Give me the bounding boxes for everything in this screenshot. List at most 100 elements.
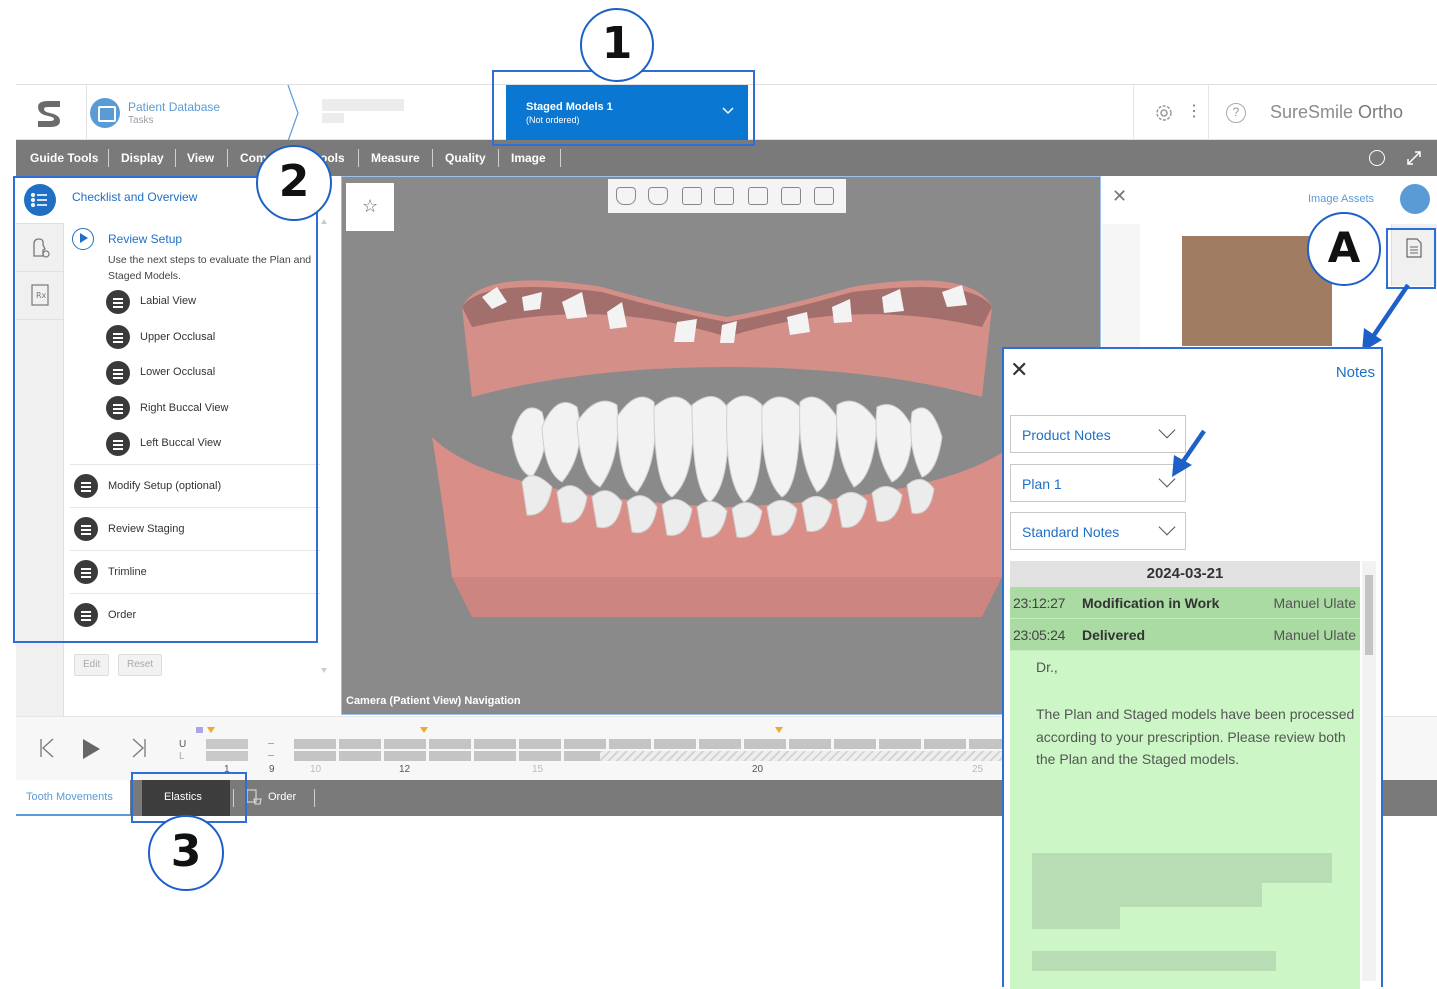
- menu-divider: [227, 149, 228, 167]
- log-event: Delivered: [1082, 627, 1146, 643]
- plan-select[interactable]: Plan 1: [1010, 464, 1186, 502]
- cart-icon: [246, 789, 262, 805]
- callout-arrow-icon: [1172, 429, 1206, 477]
- lower-stage-bar[interactable]: [206, 751, 248, 761]
- patient-database-link[interactable]: Patient Database: [128, 100, 220, 114]
- notes-scrollbar[interactable]: [1362, 561, 1376, 981]
- select-label: Plan 1: [1022, 476, 1062, 492]
- menu-divider: [175, 149, 176, 167]
- notes-panel: ✕ Notes Product Notes Plan 1 Standard No…: [1002, 347, 1383, 989]
- log-date-header: 2024-03-21: [1010, 561, 1360, 587]
- view-toolbar: [608, 179, 846, 213]
- lower-eye-view-icon[interactable]: [814, 187, 834, 205]
- divider: [1133, 85, 1134, 141]
- lower-aligner-stages[interactable]: [294, 751, 600, 761]
- callout-1: 1: [580, 8, 654, 82]
- upper-stage-bar[interactable]: [206, 739, 248, 749]
- right-view-icon[interactable]: [748, 187, 768, 205]
- breadcrumb-chevron-icon: [287, 85, 299, 141]
- stage-number: 25: [972, 764, 984, 775]
- redacted-patient-id: [322, 113, 344, 123]
- gear-icon[interactable]: [1153, 102, 1175, 124]
- callout-3: 3: [148, 815, 224, 891]
- star-icon: ☆: [362, 196, 379, 216]
- redacted-text: [1032, 853, 1332, 883]
- image-assets-icon[interactable]: [1400, 184, 1430, 214]
- lower-passive-stages[interactable]: [600, 751, 1004, 761]
- menu-divider: [108, 149, 109, 167]
- callout-2: 2: [256, 145, 332, 221]
- callout-a: A: [1307, 212, 1381, 286]
- notes-log: 2024-03-21 23:12:27 Modification in Work…: [1010, 561, 1360, 989]
- tab-label: Order: [268, 791, 297, 803]
- brand-name: SureSmile Ortho: [1270, 102, 1403, 123]
- callout-arrow-icon: [1362, 283, 1410, 352]
- select-label: Standard Notes: [1022, 524, 1120, 540]
- front-view-icon[interactable]: [682, 187, 702, 205]
- upper-aligner-stages[interactable]: [294, 739, 1004, 749]
- notes-title: Notes: [1335, 364, 1375, 381]
- dental-model: [432, 280, 1022, 617]
- redacted-text: [1032, 883, 1262, 907]
- close-icon[interactable]: ✕: [1010, 357, 1028, 383]
- standard-notes-select[interactable]: Standard Notes: [1010, 512, 1186, 550]
- product-notes-select[interactable]: Product Notes: [1010, 415, 1186, 453]
- menu-measure[interactable]: Measure: [371, 140, 420, 176]
- edit-button[interactable]: Edit: [74, 654, 110, 676]
- dash: [268, 755, 274, 756]
- suresmile-logo: [38, 101, 60, 127]
- tab-divider: [314, 789, 315, 807]
- select-label: Product Notes: [1022, 427, 1111, 443]
- skip-back-icon[interactable]: [38, 737, 56, 759]
- image-assets-link[interactable]: Image Assets: [1308, 193, 1374, 205]
- redacted-patient-name: [322, 99, 404, 111]
- stage-number: 12: [399, 764, 411, 775]
- divider: [1208, 85, 1209, 141]
- log-entry[interactable]: 23:05:24 Delivered Manuel Ulate: [1010, 619, 1360, 651]
- 3d-viewport[interactable]: ☆ Camera (Patient View) Navigation: [341, 176, 1101, 715]
- menu-quality[interactable]: Quality: [445, 140, 486, 176]
- lower-arch-icon[interactable]: [648, 187, 668, 205]
- tab-order[interactable]: Order: [242, 780, 312, 816]
- patient-database-icon[interactable]: [90, 98, 120, 128]
- dash: [268, 743, 274, 744]
- tab-tooth-movements[interactable]: Tooth Movements: [16, 780, 130, 816]
- menu-divider: [432, 149, 433, 167]
- tab-label: Tooth Movements: [26, 791, 113, 803]
- expand-icon[interactable]: [1406, 150, 1422, 166]
- upper-eye-view-icon[interactable]: [781, 187, 801, 205]
- chevron-down-icon: [1158, 518, 1176, 536]
- log-greeting: Dr.,: [1036, 659, 1058, 675]
- help-icon[interactable]: ?: [1226, 103, 1246, 123]
- stage-marker: [207, 727, 215, 733]
- favorite-button[interactable]: ☆: [346, 183, 394, 231]
- left-view-icon[interactable]: [714, 187, 734, 205]
- checklist-scrollbar[interactable]: [320, 216, 328, 676]
- more-options-icon[interactable]: ⋮: [1186, 101, 1202, 121]
- log-entry[interactable]: 23:12:27 Modification in Work Manuel Ula…: [1010, 587, 1360, 619]
- menu-guide-tools[interactable]: Guide Tools: [30, 140, 98, 176]
- log-time: 23:05:24: [1013, 627, 1066, 643]
- upper-arch-icon[interactable]: [616, 187, 636, 205]
- callout-2-highlight: [13, 176, 318, 643]
- patient-database-subtitle: Tasks: [128, 115, 154, 126]
- upper-row-label: U: [179, 739, 187, 750]
- close-icon[interactable]: ✕: [1112, 186, 1127, 207]
- menu-divider: [560, 149, 561, 167]
- camera-navigation-label: Camera (Patient View) Navigation: [346, 695, 521, 707]
- tooth-view-icon[interactable]: [1369, 150, 1385, 166]
- menu-divider: [498, 149, 499, 167]
- skip-forward-icon[interactable]: [130, 737, 148, 759]
- stage-marker: [420, 727, 428, 733]
- brand-main: SureSmile: [1270, 102, 1354, 122]
- stage-number: 9: [269, 764, 275, 775]
- log-user: Manuel Ulate: [1273, 595, 1357, 611]
- stage-marker: [196, 727, 203, 733]
- log-event: Modification in Work: [1082, 595, 1220, 611]
- reset-button[interactable]: Reset: [118, 654, 163, 676]
- menu-display[interactable]: Display: [121, 140, 164, 176]
- menu-divider: [358, 149, 359, 167]
- scroll-thumb[interactable]: [1365, 575, 1373, 655]
- menu-view[interactable]: View: [187, 140, 214, 176]
- play-button-icon[interactable]: [80, 737, 102, 761]
